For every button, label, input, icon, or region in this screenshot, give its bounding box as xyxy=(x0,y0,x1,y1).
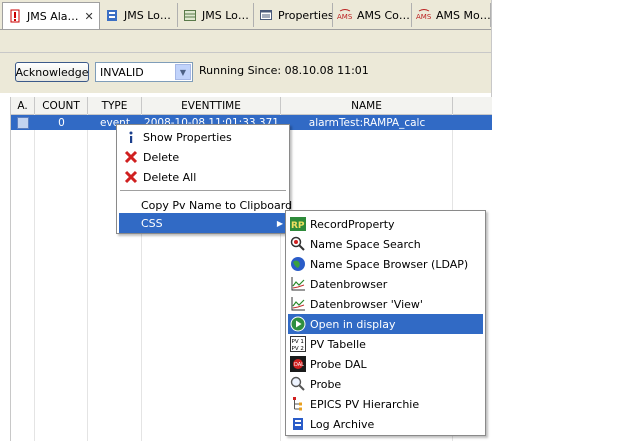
menu-item-label: Show Properties xyxy=(143,130,232,144)
menu-item-label: Probe DAL xyxy=(310,357,367,371)
menu-item-name-space-browser[interactable]: Name Space Browser (LDAP) xyxy=(288,254,483,274)
severity-filter-select[interactable]: INVALID ▼ xyxy=(95,62,193,82)
delete-icon xyxy=(123,169,139,185)
column-header-count[interactable]: COUNT xyxy=(35,97,88,114)
tab-label: AMS Co… xyxy=(357,8,410,22)
submenu-arrow-icon: ▶ xyxy=(276,218,283,228)
menu-item-delete-all[interactable]: Delete All xyxy=(119,167,287,187)
magnifier-icon xyxy=(290,376,306,392)
globe-icon xyxy=(290,256,306,272)
hierarchy-icon xyxy=(290,396,306,412)
tab-bar: JMS Ala… ✕ JMS Lo… JMS Lo… Properties AM… xyxy=(0,0,491,30)
tab-ams-config[interactable]: AMS AMS Co… xyxy=(333,3,412,27)
tab-jms-alarm[interactable]: JMS Ala… ✕ xyxy=(2,2,100,29)
menu-item-label: Log Archive xyxy=(310,417,375,431)
menu-separator xyxy=(120,190,286,191)
svg-text:AMS: AMS xyxy=(337,13,353,21)
tab-label: JMS Lo… xyxy=(124,8,171,22)
info-icon xyxy=(123,129,139,145)
menu-item-datenbrowser-view[interactable]: Datenbrowser 'View' xyxy=(288,294,483,314)
menu-item-label: Name Space Browser (LDAP) xyxy=(310,257,469,271)
chart-icon xyxy=(290,296,306,312)
log-icon xyxy=(104,7,120,23)
ack-checkbox-cell[interactable] xyxy=(11,115,35,130)
alarm-icon xyxy=(7,8,23,24)
table-header: A. COUNT TYPE EVENTTIME NAME xyxy=(11,97,492,115)
menu-item-label: Datenbrowser xyxy=(310,277,388,291)
menu-item-probe[interactable]: Probe xyxy=(288,374,483,394)
delete-icon xyxy=(123,149,139,165)
menu-item-name-space-search[interactable]: Name Space Search xyxy=(288,234,483,254)
css-submenu: RP RecordProperty Name Space Search Name… xyxy=(285,210,486,436)
tab-jms-log-2[interactable]: JMS Lo… xyxy=(178,3,254,27)
tab-label: JMS Lo… xyxy=(202,8,249,22)
menu-item-delete[interactable]: Delete xyxy=(119,147,287,167)
menu-item-pv-tabelle[interactable]: PV 1 PV 2 PV Tabelle xyxy=(288,334,483,354)
ams-icon: AMS xyxy=(337,7,353,23)
menu-item-css[interactable]: CSS ▶ xyxy=(119,213,287,233)
column-header-eventtime[interactable]: EVENTTIME xyxy=(142,97,281,114)
context-menu: Show Properties Delete Delete All Copy P… xyxy=(116,124,292,234)
svg-text:PV 2: PV 2 xyxy=(292,346,304,352)
svg-text:PV 1: PV 1 xyxy=(292,339,304,345)
archive-icon xyxy=(290,416,306,432)
menu-item-label: PV Tabelle xyxy=(310,337,366,351)
running-since-label: Running Since: 08.10.08 11:01 xyxy=(199,64,369,77)
play-icon xyxy=(290,316,306,332)
svg-text:DAL: DAL xyxy=(294,362,304,368)
pv-table-icon: PV 1 PV 2 xyxy=(290,336,306,352)
menu-item-label: Probe xyxy=(310,377,342,391)
count-cell: 0 xyxy=(58,116,65,129)
name-cell: alarmTest:RAMPA_calc xyxy=(308,116,426,129)
menu-item-label: Name Space Search xyxy=(310,237,421,251)
tab-properties[interactable]: Properties xyxy=(254,3,333,27)
column-header-extra[interactable] xyxy=(453,97,492,114)
menu-item-open-in-display[interactable]: Open in display xyxy=(288,314,483,334)
menu-item-record-property[interactable]: RP RecordProperty xyxy=(288,214,483,234)
tab-ams-monitor[interactable]: AMS AMS Mo… xyxy=(412,3,491,27)
tab-label: AMS Mo… xyxy=(436,8,491,22)
svg-text:AMS: AMS xyxy=(416,13,432,21)
menu-item-show-properties[interactable]: Show Properties xyxy=(119,127,287,147)
menu-item-epics-pv-hierarchie[interactable]: EPICS PV Hierarchie xyxy=(288,394,483,414)
menu-item-label: RecordProperty xyxy=(310,217,395,231)
acknowledge-button[interactable]: Acknowledge xyxy=(15,62,89,82)
chart-icon xyxy=(290,276,306,292)
tab-label: JMS Ala… xyxy=(27,9,79,23)
rp-icon: RP xyxy=(290,216,306,232)
tab-label: Properties xyxy=(278,8,333,22)
menu-item-label: Delete All xyxy=(143,170,197,184)
column-header-type[interactable]: TYPE xyxy=(88,97,142,114)
view-toolbar xyxy=(0,30,491,53)
menu-item-log-archive[interactable]: Log Archive xyxy=(288,414,483,434)
close-icon[interactable]: ✕ xyxy=(85,10,94,23)
tab-jms-log-1[interactable]: JMS Lo… xyxy=(100,3,178,27)
search-icon xyxy=(290,236,306,252)
menu-item-probe-dal[interactable]: DAL Probe DAL xyxy=(288,354,483,374)
menu-item-label: Delete xyxy=(143,150,180,164)
column-header-name[interactable]: NAME xyxy=(281,97,453,114)
probe-dal-icon: DAL xyxy=(290,356,306,372)
ack-checkbox[interactable] xyxy=(17,116,29,129)
column-header-ack[interactable]: A. xyxy=(11,97,35,114)
table-icon xyxy=(182,7,198,23)
menu-item-label: Datenbrowser 'View' xyxy=(310,297,423,311)
svg-text:RP: RP xyxy=(291,221,305,231)
menu-item-label: CSS xyxy=(141,216,163,230)
properties-icon xyxy=(258,7,274,23)
severity-filter-value: INVALID xyxy=(100,65,144,79)
menu-item-datenbrowser[interactable]: Datenbrowser xyxy=(288,274,483,294)
ams-icon: AMS xyxy=(416,7,432,23)
menu-item-copy-pv-name[interactable]: Copy Pv Name to Clipboard xyxy=(119,195,292,215)
menu-item-label: Open in display xyxy=(310,317,396,331)
menu-item-label: EPICS PV Hierarchie xyxy=(310,397,420,411)
chevron-down-icon[interactable]: ▼ xyxy=(175,64,191,80)
